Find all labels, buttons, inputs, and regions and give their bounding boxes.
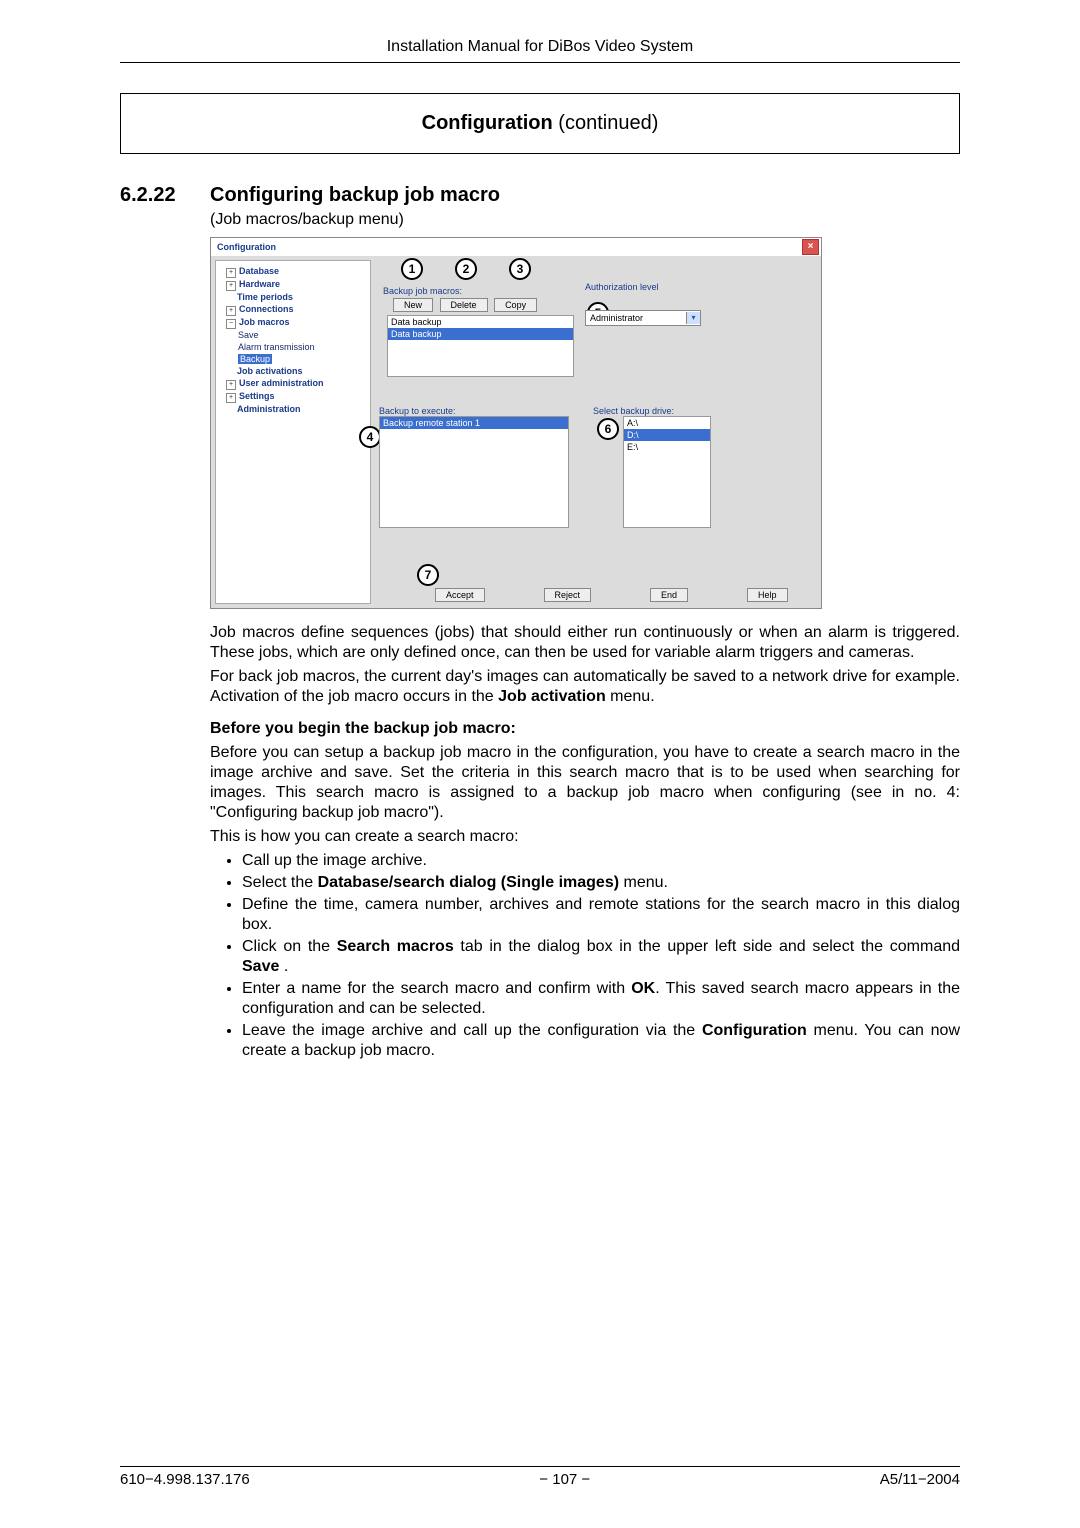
text: .: [279, 958, 288, 975]
nav-tree[interactable]: +Database +Hardware Time periods +Connec…: [215, 260, 371, 604]
window-titlebar: Configuration ×: [211, 238, 821, 256]
list-item[interactable]: Backup remote station 1: [380, 417, 568, 429]
close-icon[interactable]: ×: [802, 239, 819, 255]
group-drive: Select backup drive:: [593, 406, 713, 416]
tree-settings[interactable]: Settings: [239, 391, 275, 401]
tree-time[interactable]: Time periods: [237, 292, 293, 302]
footer: 610−4.998.137.176 − 107 − A5/11−2004: [120, 1466, 960, 1488]
section-title: Configuring backup job macro: [210, 184, 500, 207]
rule: [120, 62, 960, 63]
tree-alarm[interactable]: Alarm transmission: [238, 342, 315, 352]
copy-button[interactable]: Copy: [494, 298, 537, 312]
footer-right: A5/11−2004: [880, 1471, 960, 1488]
tree-useradm[interactable]: User administration: [239, 378, 324, 388]
callout-4: 4: [359, 426, 381, 448]
section-number: 6.2.22: [120, 184, 210, 207]
para: For back job macros, the current day's i…: [210, 667, 960, 707]
end-button[interactable]: End: [650, 588, 688, 602]
tree-database[interactable]: Database: [239, 266, 279, 276]
callout-1: 1: [401, 258, 423, 280]
banner-rest: (continued): [553, 112, 659, 134]
bold: Configuration: [702, 1022, 807, 1039]
text: tab in the dialog box in the upper left …: [454, 938, 960, 955]
para: Job macros define sequences (jobs) that …: [210, 623, 960, 663]
bold: Save: [242, 958, 279, 975]
macros-list[interactable]: Data backup Data backup: [387, 315, 574, 377]
text: menu.: [606, 688, 655, 705]
accept-button[interactable]: Accept: [435, 588, 485, 602]
tree-admin[interactable]: Administration: [237, 404, 301, 414]
text: Leave the image archive and call up the …: [242, 1022, 702, 1039]
text: menu.: [619, 874, 668, 891]
list-item[interactable]: Data backup: [388, 316, 573, 328]
list-item[interactable]: D:\: [624, 429, 710, 441]
window-title: Configuration: [217, 242, 276, 252]
drive-list[interactable]: A:\ D:\ E:\: [623, 416, 711, 528]
reject-button[interactable]: Reject: [544, 588, 592, 602]
para: Before you can setup a backup job macro …: [210, 743, 960, 823]
list-item: Select the Database/search dialog (Singl…: [242, 873, 960, 893]
tree-jobact[interactable]: Job activations: [237, 366, 303, 376]
banner-bold: Configuration: [422, 112, 553, 134]
auth-value: Administrator: [590, 313, 643, 323]
list-item: Click on the Search macros tab in the di…: [242, 937, 960, 977]
sub-heading: Before you begin the backup job macro:: [210, 719, 960, 739]
delete-button[interactable]: Delete: [440, 298, 488, 312]
footer-page: − 107 −: [539, 1471, 590, 1488]
bold: OK: [631, 980, 655, 997]
tree-jobmacros[interactable]: Job macros: [239, 317, 290, 327]
bold: Search macros: [337, 938, 454, 955]
help-button[interactable]: Help: [747, 588, 788, 602]
bold: Job activation: [498, 688, 606, 705]
list-item: Enter a name for the search macro and co…: [242, 979, 960, 1019]
banner: Configuration (continued): [120, 93, 960, 154]
list-item[interactable]: E:\: [624, 441, 710, 453]
text: Select the: [242, 874, 318, 891]
para: This is how you can create a search macr…: [210, 827, 960, 847]
body-text: Job macros define sequences (jobs) that …: [210, 623, 960, 1061]
list-item: Leave the image archive and call up the …: [242, 1021, 960, 1061]
section-subtitle: (Job macros/backup menu): [210, 211, 960, 229]
tree-save[interactable]: Save: [238, 330, 259, 340]
group-auth: Authorization level: [585, 282, 701, 292]
bullet-list: Call up the image archive. Select the Da…: [210, 851, 960, 1061]
tree-hardware[interactable]: Hardware: [239, 279, 280, 289]
tree-backup[interactable]: Backup: [238, 354, 272, 364]
screenshot: Configuration × +Database +Hardware Time…: [210, 237, 822, 609]
doc-title: Installation Manual for DiBos Video Syst…: [120, 38, 960, 56]
callout-2: 2: [455, 258, 477, 280]
text: Click on the: [242, 938, 337, 955]
exec-list[interactable]: Backup remote station 1: [379, 416, 569, 528]
chevron-down-icon[interactable]: ▾: [686, 312, 700, 324]
list-item[interactable]: Data backup: [388, 328, 573, 340]
list-item: Define the time, camera number, archives…: [242, 895, 960, 935]
callout-3: 3: [509, 258, 531, 280]
tree-connections[interactable]: Connections: [239, 304, 294, 314]
list-item[interactable]: A:\: [624, 417, 710, 429]
auth-combo[interactable]: Administrator ▾: [585, 310, 701, 326]
group-exec: Backup to execute:: [379, 406, 569, 416]
text: Enter a name for the search macro and co…: [242, 980, 631, 997]
new-button[interactable]: New: [393, 298, 433, 312]
bold: Database/search dialog (Single images): [318, 874, 619, 891]
list-item: Call up the image archive.: [242, 851, 960, 871]
footer-left: 610−4.998.137.176: [120, 1471, 250, 1488]
callout-7: 7: [417, 564, 439, 586]
